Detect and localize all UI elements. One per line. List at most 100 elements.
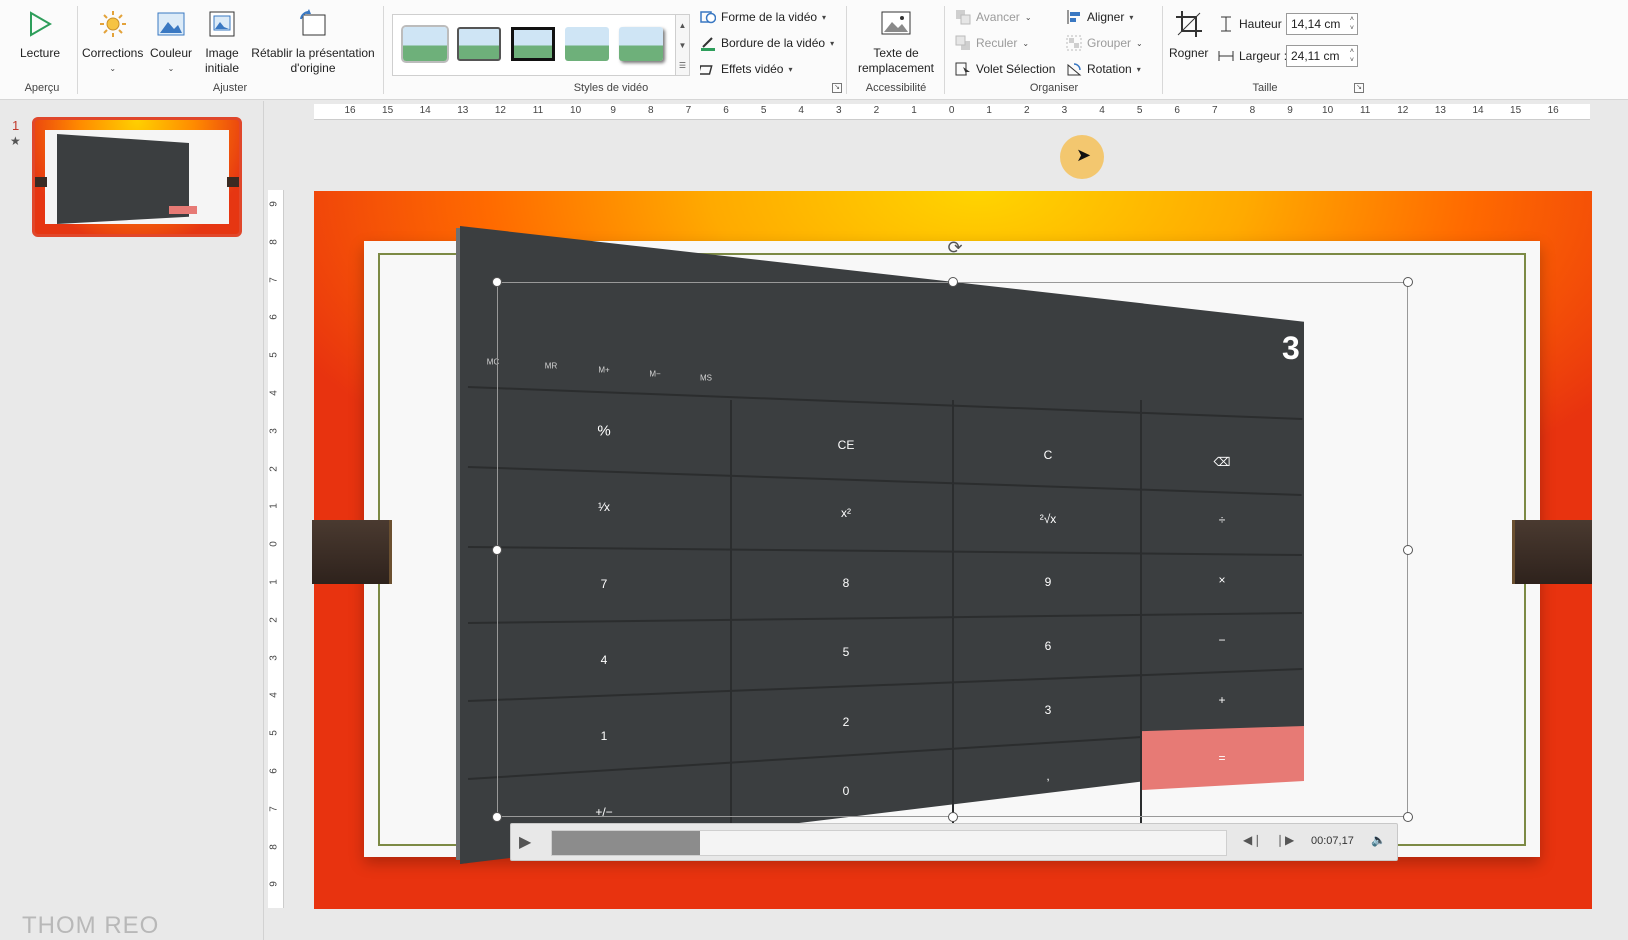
corrections-label: Corrections	[82, 46, 144, 60]
ruler-tick-label: 5	[760, 105, 767, 116]
video-style-thumb[interactable]	[457, 27, 501, 61]
group-label-ajuster: Ajuster	[212, 82, 248, 94]
retablir-button[interactable]: Rétablir la présentation d'origine	[250, 6, 376, 76]
resize-handle[interactable]	[1403, 812, 1413, 822]
ruler-tick-label: 15	[382, 105, 394, 116]
ruler-tick-label: 11	[1359, 105, 1371, 116]
grouper-button[interactable]: Grouper ⌄	[1066, 32, 1143, 54]
scroll-down-icon[interactable]: ▼	[679, 41, 687, 50]
ruler-tick-label: 3	[836, 105, 842, 116]
rogner-label: Rogner	[1169, 46, 1209, 60]
hauteur-label-wrap: Hauteur :	[1218, 13, 1288, 35]
forward-icon[interactable]: ❘▶	[1275, 833, 1294, 847]
couleur-button[interactable]: Couleur ⌄	[150, 6, 192, 76]
ruler-tick-label: 8	[268, 843, 280, 850]
ruler-tick-label: 12	[494, 105, 506, 116]
ruler-tick-label: 6	[1174, 105, 1180, 116]
chevron-down-icon: ⌄	[1136, 38, 1143, 48]
slide-thumbnail[interactable]	[32, 117, 242, 237]
hauteur-value: 14,14 cm	[1291, 17, 1341, 31]
resize-handle[interactable]	[947, 812, 958, 822]
lecture-label: Lecture	[20, 46, 61, 60]
spinner-icon[interactable]: ˄ ˅	[1350, 47, 1354, 65]
ruler-tick-label: 13	[457, 105, 469, 116]
effects-icon	[697, 61, 716, 77]
thumb-deco	[35, 177, 47, 187]
ruler-tick-label: 4	[798, 105, 804, 116]
scroll-up-icon[interactable]: ▲	[679, 21, 687, 30]
ruler-tick-label: 2	[268, 617, 280, 623]
hauteur-input[interactable]: 14,14 cm ˄ ˅	[1286, 13, 1358, 35]
video-style-thumb[interactable]	[619, 27, 663, 61]
bordure-video-button[interactable]: Bordure de la vidéo ▾	[700, 32, 834, 54]
mouse-cursor-icon: ➤	[1076, 145, 1092, 165]
rotate-handle-icon[interactable]: ⟳	[947, 238, 962, 259]
rotation-label: Rotation	[1087, 62, 1132, 76]
decorative-block-left	[312, 520, 392, 584]
timecode: 00:07,17	[1311, 835, 1354, 847]
resize-handle[interactable]	[492, 277, 502, 287]
gallery-more-icon[interactable]: ☰	[679, 61, 686, 70]
horizontal-ruler[interactable]: 16 15 14 13 12 11 10 9 8 7 6 5 4 3 2 1 0 1 2 3 4 5 6 7 8 9 10 11 12 1…	[314, 104, 1590, 120]
video-style-thumb[interactable]	[403, 27, 447, 61]
decorative-block-right	[1512, 520, 1592, 584]
avancer-button[interactable]: Avancer ⌄	[955, 6, 1032, 28]
play-button[interactable]: ▶	[519, 832, 539, 852]
separator	[846, 6, 847, 94]
video-style-thumb[interactable]	[511, 27, 555, 61]
hauteur-label: Hauteur :	[1239, 17, 1289, 31]
group-label-styles: Styles de vidéo	[573, 82, 649, 94]
ruler-tick-label: 14	[1472, 105, 1484, 116]
video-style-thumb[interactable]	[565, 27, 609, 61]
progress-fill	[552, 831, 701, 855]
crop-icon	[1171, 6, 1207, 42]
resize-handle[interactable]	[492, 544, 502, 555]
rotation-button[interactable]: Rotation ▾	[1066, 58, 1141, 80]
ruler-tick-label: 9	[1287, 105, 1293, 116]
largeur-input[interactable]: 24,11 cm ˄ ˅	[1286, 45, 1358, 67]
corrections-button[interactable]: Corrections ⌄	[82, 6, 143, 76]
ruler-tick-label: 9	[268, 201, 280, 207]
resize-handle[interactable]	[1403, 277, 1413, 287]
resize-handle[interactable]	[1403, 544, 1413, 555]
effets-video-button[interactable]: Effets vidéo ▾	[697, 58, 793, 80]
gallery-scroll[interactable]: ▲ ▼ ☰	[676, 14, 690, 76]
image-initiale-label-2: initiale	[204, 61, 240, 75]
lecture-button[interactable]: Lecture	[20, 6, 60, 61]
image-initiale-label-1: Image	[205, 46, 239, 60]
resize-handle[interactable]	[947, 277, 958, 287]
chevron-down-icon: ▾	[1136, 64, 1141, 74]
styles-launcher-icon[interactable]: ↘	[832, 83, 842, 93]
selection-pane-icon	[955, 61, 971, 77]
spinner-icon[interactable]: ˄ ˅	[1350, 15, 1354, 33]
couleur-label: Couleur	[150, 46, 193, 60]
avancer-label: Avancer	[976, 10, 1020, 24]
rewind-icon[interactable]: ◀❘	[1243, 833, 1262, 847]
image-initiale-button[interactable]: Image initiale	[204, 6, 240, 76]
sun-icon	[95, 6, 131, 42]
aligner-button[interactable]: Aligner ▾	[1066, 6, 1133, 28]
height-icon	[1218, 16, 1234, 32]
ruler-tick-label: 1	[911, 105, 917, 116]
ruler-tick-label: 13	[1434, 105, 1446, 116]
forme-video-button[interactable]: Forme de la vidéo ▾	[700, 6, 826, 28]
taille-launcher-icon[interactable]: ↘	[1354, 83, 1364, 93]
reculer-button[interactable]: Reculer ⌄	[955, 32, 1029, 54]
volet-selection-button[interactable]: Volet Sélection	[955, 58, 1055, 80]
chevron-down-icon: ⌄	[1022, 38, 1030, 48]
picture-color-icon	[153, 6, 189, 42]
ruler-tick-label: 7	[1212, 105, 1218, 116]
progress-bar[interactable]	[551, 830, 1227, 856]
vertical-ruler[interactable]: 9 8 7 6 5 4 3 2 1 0 1 2 3 4 5 6 7 8 9	[268, 190, 284, 908]
resize-handle[interactable]	[492, 812, 502, 822]
rogner-button[interactable]: Rogner	[1169, 6, 1208, 61]
ruler-tick-label: 7	[268, 806, 280, 812]
volume-icon[interactable]: 🔈	[1371, 833, 1386, 847]
ruler-tick-label: 5	[268, 730, 280, 736]
video-styles-gallery[interactable]	[392, 14, 676, 76]
largeur-label: Largeur :	[1239, 49, 1288, 63]
ruler-tick-label: 3	[268, 654, 280, 661]
texte-remplacement-button[interactable]: Texte de remplacement	[853, 6, 939, 76]
ruler-tick-label: 6	[723, 105, 729, 116]
aligner-label: Aligner	[1087, 10, 1125, 24]
